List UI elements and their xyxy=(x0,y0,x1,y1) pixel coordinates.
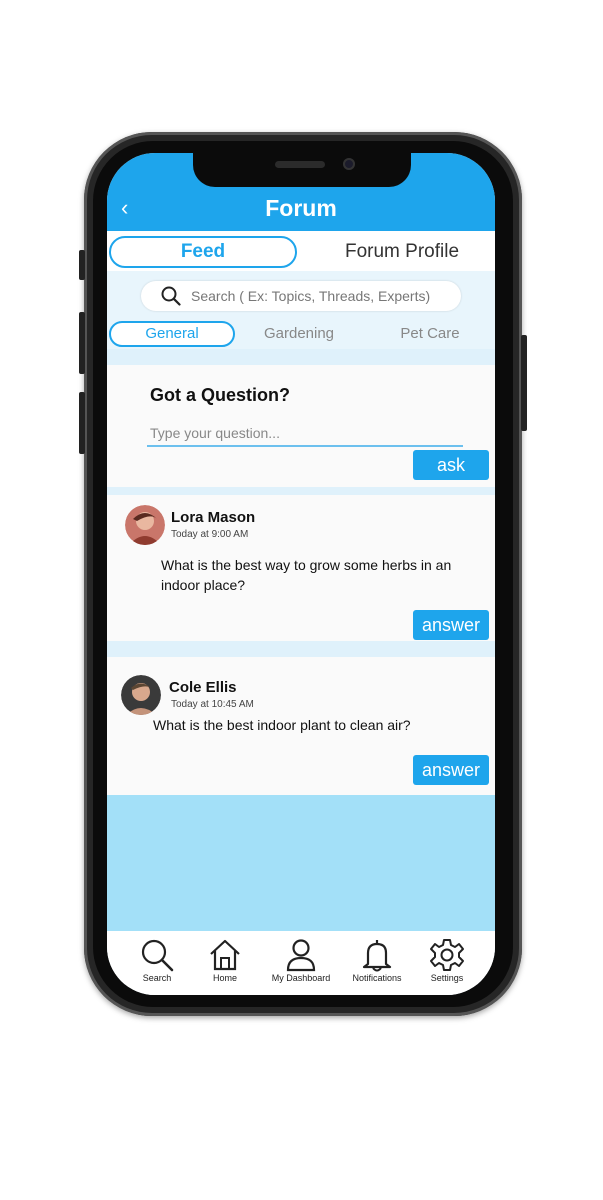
camera xyxy=(343,158,355,170)
search-placeholder: Search ( Ex: Topics, Threads, Experts) xyxy=(191,288,431,304)
nav-my-dashboard[interactable]: My Dashboard xyxy=(265,937,337,983)
avatar[interactable] xyxy=(121,675,161,715)
empty-feed-area xyxy=(107,795,495,931)
nav-search[interactable]: Search xyxy=(121,937,193,983)
post-author-name: Cole Ellis xyxy=(169,679,237,696)
nav-label: Notifications xyxy=(352,973,402,983)
page-title: Forum xyxy=(265,195,337,221)
nav-settings[interactable]: Settings xyxy=(411,937,483,983)
nav-notifications[interactable]: Notifications xyxy=(341,937,413,983)
post-question: What is the best indoor plant to clean a… xyxy=(153,717,411,733)
gear-icon xyxy=(430,939,464,971)
answer-button[interactable]: answer xyxy=(413,755,489,785)
bottom-nav: Search Home My Dashboard Notifications S… xyxy=(107,931,495,995)
power-button xyxy=(521,335,527,431)
search-icon xyxy=(141,939,174,972)
mute-switch xyxy=(79,250,85,280)
category-gardening[interactable]: Gardening xyxy=(247,321,351,347)
user-icon xyxy=(286,939,316,972)
speaker xyxy=(275,161,325,168)
post-timestamp: Today at 9:00 AM xyxy=(171,529,249,540)
answer-button[interactable]: answer xyxy=(413,610,489,640)
app-screen: ‹ Forum Feed Forum Profile Search ( Ex: … xyxy=(107,153,495,995)
category-general[interactable]: General xyxy=(109,321,235,347)
search-icon xyxy=(161,286,181,306)
category-pet-care[interactable]: Pet Care xyxy=(385,321,475,347)
bell-icon xyxy=(362,940,392,972)
tab-feed[interactable]: Feed xyxy=(109,236,297,268)
volume-up-button xyxy=(79,312,85,374)
ask-button[interactable]: ask xyxy=(413,450,489,480)
home-icon xyxy=(210,939,240,971)
post-card: Cole Ellis Today at 10:45 AM What is the… xyxy=(107,657,495,795)
post-question: What is the best way to grow some herbs … xyxy=(161,557,452,593)
category-tabs: General Gardening Pet Care xyxy=(107,321,495,349)
nav-label: My Dashboard xyxy=(271,973,331,983)
search-area: Search ( Ex: Topics, Threads, Experts) xyxy=(107,271,495,321)
ask-title: Got a Question? xyxy=(150,385,291,405)
phone-notch xyxy=(193,153,411,187)
post-author-name: Lora Mason xyxy=(171,509,256,526)
post-timestamp: Today at 10:45 AM xyxy=(171,699,254,710)
nav-label: Search xyxy=(142,973,172,983)
volume-down-button xyxy=(79,392,85,454)
nav-label: Home xyxy=(212,973,237,983)
post-card: Lora Mason Today at 9:00 AM What is the … xyxy=(107,495,495,641)
ask-question-card: Got a Question? ask xyxy=(107,365,495,487)
nav-home[interactable]: Home xyxy=(189,937,261,983)
tab-forum-profile[interactable]: Forum Profile xyxy=(312,236,492,268)
avatar[interactable] xyxy=(125,505,165,545)
top-tabs: Feed Forum Profile xyxy=(107,231,495,271)
question-input[interactable] xyxy=(147,421,463,447)
nav-label: Settings xyxy=(430,973,464,983)
search-input[interactable]: Search ( Ex: Topics, Threads, Experts) xyxy=(141,281,461,311)
